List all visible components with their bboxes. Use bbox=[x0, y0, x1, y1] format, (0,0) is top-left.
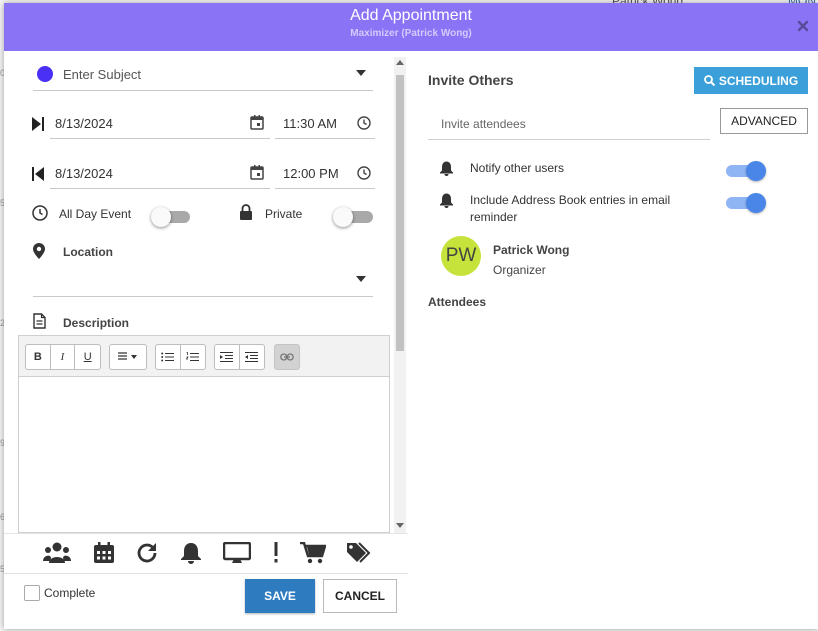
scroll-up-arrow-icon[interactable] bbox=[396, 60, 404, 65]
calendar-picker-icon[interactable] bbox=[250, 115, 264, 130]
start-date-input[interactable]: 8/13/2024 bbox=[55, 116, 113, 131]
align-icon bbox=[110, 345, 146, 369]
calendar-picker-icon[interactable] bbox=[250, 165, 264, 180]
clock-icon bbox=[32, 205, 48, 221]
start-date-underline bbox=[50, 138, 270, 139]
location-label: Location bbox=[63, 245, 113, 259]
tags-icon[interactable] bbox=[346, 542, 372, 564]
add-appointment-dialog: Add Appointment Maximizer (Patrick Wong)… bbox=[4, 3, 818, 629]
clock-icon[interactable] bbox=[357, 116, 371, 130]
start-time-input[interactable]: 11:30 AM bbox=[283, 116, 337, 131]
description-editor[interactable] bbox=[18, 377, 390, 533]
scroll-thumb[interactable] bbox=[396, 75, 404, 351]
search-icon bbox=[703, 75, 715, 86]
chevron-down-icon[interactable] bbox=[356, 276, 366, 282]
indent-group bbox=[214, 344, 265, 370]
users-icon[interactable] bbox=[43, 542, 71, 564]
location-pin-icon bbox=[33, 243, 45, 259]
invite-panel: Invite Others SCHEDULING Invite attendee… bbox=[408, 51, 818, 629]
link-button[interactable] bbox=[274, 344, 300, 370]
close-icon[interactable] bbox=[796, 19, 810, 33]
end-time-underline bbox=[275, 188, 375, 189]
advanced-button[interactable]: ADVANCED bbox=[720, 108, 808, 134]
indent-button[interactable] bbox=[215, 345, 240, 369]
underline-button[interactable]: U bbox=[75, 345, 100, 369]
end-date-underline bbox=[50, 188, 270, 189]
scheduling-label: SCHEDULING bbox=[718, 73, 799, 88]
invite-heading: Invite Others bbox=[428, 72, 514, 88]
organizer-name: Patrick Wong bbox=[493, 243, 570, 257]
align-dropdown[interactable] bbox=[109, 344, 147, 370]
bell-icon[interactable] bbox=[181, 542, 201, 564]
italic-button[interactable]: I bbox=[51, 345, 76, 369]
lock-icon bbox=[240, 204, 252, 220]
scheduling-button[interactable]: SCHEDULING bbox=[694, 67, 808, 94]
complete-label: Complete bbox=[44, 586, 96, 600]
bell-icon bbox=[440, 161, 453, 176]
address-book-label-line1: Include Address Book entries in email bbox=[470, 193, 671, 207]
document-icon bbox=[33, 313, 46, 329]
invite-attendees-underline bbox=[428, 139, 710, 140]
end-time-input[interactable]: 12:00 PM bbox=[283, 166, 339, 181]
numbered-list-button[interactable] bbox=[181, 345, 205, 369]
subject-underline bbox=[33, 90, 373, 91]
invite-attendees-input[interactable]: Invite attendees bbox=[441, 117, 526, 131]
address-book-label-line2: reminder bbox=[470, 210, 518, 224]
bullet-list-button[interactable] bbox=[156, 345, 181, 369]
editor-toolbar: B I U bbox=[18, 335, 390, 377]
cart-icon[interactable] bbox=[300, 542, 326, 564]
all-day-label: All Day Event bbox=[59, 207, 132, 221]
start-time-underline bbox=[275, 138, 375, 139]
subject-input[interactable]: Enter Subject bbox=[63, 67, 141, 82]
toggle-knob bbox=[151, 207, 171, 227]
scroll-down-arrow-icon[interactable] bbox=[396, 523, 404, 528]
toggle-knob bbox=[746, 193, 766, 213]
monitor-icon[interactable] bbox=[223, 542, 251, 564]
form-scrollbar[interactable] bbox=[394, 57, 406, 533]
dialog-header: Add Appointment Maximizer (Patrick Wong) bbox=[4, 3, 818, 51]
end-time-icon bbox=[32, 167, 44, 181]
calendar-icon[interactable] bbox=[93, 542, 115, 564]
end-date-input[interactable]: 8/13/2024 bbox=[55, 166, 113, 181]
organizer-role: Organizer bbox=[493, 263, 546, 277]
dialog-subtitle: Maximizer (Patrick Wong) bbox=[350, 28, 472, 39]
appointment-options-bar bbox=[4, 533, 408, 574]
bell-icon bbox=[440, 193, 453, 208]
cancel-button[interactable]: CANCEL bbox=[323, 579, 397, 613]
location-dropdown[interactable] bbox=[33, 296, 373, 297]
text-style-group: B I U bbox=[25, 344, 101, 370]
toggle-knob bbox=[333, 207, 353, 227]
attendees-heading: Attendees bbox=[428, 295, 487, 309]
bold-button[interactable]: B bbox=[26, 345, 51, 369]
chevron-down-icon[interactable] bbox=[356, 70, 366, 76]
notify-users-label: Notify other users bbox=[470, 161, 565, 175]
avatar: PW bbox=[441, 236, 481, 276]
list-group bbox=[155, 344, 206, 370]
start-time-icon bbox=[32, 117, 44, 131]
description-label: Description bbox=[63, 316, 130, 330]
dialog-title: Add Appointment bbox=[350, 7, 472, 24]
repeat-icon[interactable] bbox=[136, 542, 158, 564]
link-icon bbox=[275, 345, 299, 369]
appointment-form: Enter Subject 8/13/2024 11:30 AM 8/13/20… bbox=[4, 51, 408, 629]
subject-color-dot[interactable] bbox=[37, 66, 53, 82]
complete-checkbox[interactable] bbox=[24, 585, 40, 601]
clock-icon[interactable] bbox=[357, 166, 371, 180]
private-label: Private bbox=[265, 207, 303, 221]
exclamation-icon[interactable] bbox=[273, 542, 279, 564]
outdent-button[interactable] bbox=[240, 345, 264, 369]
save-button[interactable]: SAVE bbox=[245, 579, 315, 613]
toggle-knob bbox=[746, 161, 766, 181]
